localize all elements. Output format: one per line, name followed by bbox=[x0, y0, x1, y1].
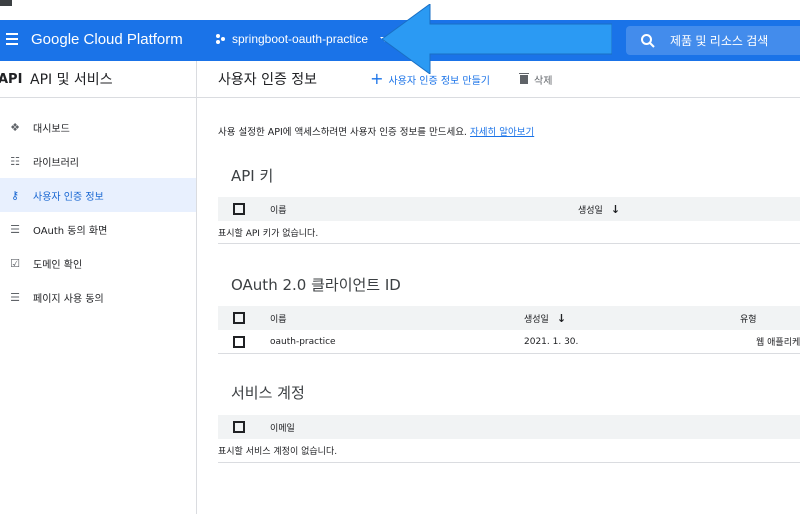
table-header: 이름 생성일 ↓ bbox=[218, 197, 800, 221]
client-name-link[interactable]: oauth-practice bbox=[270, 337, 336, 347]
brand-title[interactable]: Google Cloud Platform bbox=[31, 31, 183, 48]
sidebar-title: API 및 서비스 bbox=[30, 72, 113, 88]
library-icon: ☷ bbox=[10, 154, 20, 168]
consent-icon: ☰ bbox=[10, 222, 20, 236]
sidebar-item-label: 페이지 사용 동의 bbox=[33, 293, 104, 305]
sidebar-item-label: 도메인 확인 bbox=[33, 259, 83, 271]
table-header: 이름 생성일 ↓ 유형 bbox=[218, 306, 800, 330]
sidebar-item-domain-verification[interactable]: ☑ 도메인 확인 bbox=[0, 246, 196, 280]
oauth-title: OAuth 2.0 클라이언트 ID bbox=[231, 276, 401, 294]
table-header: 이메일 bbox=[218, 415, 800, 439]
col-created-label: 생성일 bbox=[578, 205, 603, 216]
sidebar-item-page-consent[interactable]: ☰ 페이지 사용 동의 bbox=[0, 280, 196, 314]
learn-more-link[interactable]: 자세히 알아보기 bbox=[470, 127, 534, 138]
col-created[interactable]: 생성일 ↓ bbox=[524, 312, 566, 325]
menu-icon[interactable] bbox=[6, 30, 20, 50]
project-dots-icon bbox=[216, 33, 226, 45]
create-credentials-label: 사용자 인증 정보 만들기 bbox=[388, 75, 491, 87]
project-selector[interactable]: springboot-oauth-practice bbox=[216, 32, 391, 46]
dashboard-icon: ❖ bbox=[10, 120, 20, 134]
col-type[interactable]: 유형 bbox=[740, 312, 757, 325]
sidebar-item-dashboard[interactable]: ❖ 대시보드 bbox=[0, 110, 196, 144]
intro-sentence: 사용 설정한 API에 액세스하려면 사용자 인증 정보를 만드세요. bbox=[218, 127, 467, 138]
plus-icon: + bbox=[370, 69, 384, 88]
project-name: springboot-oauth-practice bbox=[232, 32, 369, 46]
table-row[interactable]: oauth-practice 2021. 1. 30. 웹 애플리케 bbox=[218, 330, 800, 354]
sidebar-item-label: 라이브러리 bbox=[33, 157, 79, 169]
page-consent-icon: ☰ bbox=[10, 290, 20, 304]
key-icon: ⚷ bbox=[10, 188, 20, 202]
col-name[interactable]: 이름 bbox=[270, 203, 287, 216]
col-name[interactable]: 이름 bbox=[270, 312, 287, 325]
intro-text: 사용 설정한 API에 액세스하려면 사용자 인증 정보를 만드세요. 자세히 … bbox=[218, 124, 534, 138]
main-content: 사용자 인증 정보 + 사용자 인증 정보 만들기 삭제 사용 설정한 API에… bbox=[197, 61, 800, 514]
delete-label: 삭제 bbox=[534, 75, 553, 87]
oauth-table: 이름 생성일 ↓ 유형 oauth-practice 2021. 1. 30. 웹… bbox=[218, 306, 800, 354]
api-badge-icon: API bbox=[0, 71, 23, 87]
client-type: 웹 애플리케 bbox=[756, 338, 800, 348]
empty-message: 표시할 API 키가 없습니다. bbox=[218, 228, 319, 239]
delete-button[interactable]: 삭제 bbox=[519, 72, 553, 87]
empty-row: 표시할 API 키가 없습니다. bbox=[218, 221, 800, 244]
api-keys-title: API 키 bbox=[231, 167, 274, 185]
page-title: 사용자 인증 정보 bbox=[218, 72, 318, 88]
trash-icon bbox=[519, 72, 530, 84]
sidebar-item-label: 대시보드 bbox=[33, 123, 70, 135]
sidebar-item-library[interactable]: ☷ 라이브러리 bbox=[0, 144, 196, 178]
empty-message: 표시할 서비스 계정이 없습니다. bbox=[218, 447, 338, 457]
create-credentials-button[interactable]: + 사용자 인증 정보 만들기 bbox=[370, 69, 491, 88]
search-placeholder: 제품 및 리소스 검색 bbox=[670, 34, 769, 48]
service-accounts-table: 이메일 표시할 서비스 계정이 없습니다. bbox=[218, 415, 800, 463]
sidebar-item-oauth-consent[interactable]: ☰ OAuth 동의 화면 bbox=[0, 212, 196, 246]
search-input[interactable]: 제품 및 리소스 검색 bbox=[626, 26, 800, 55]
service-accounts-title: 서비스 계정 bbox=[231, 384, 305, 402]
arrow-down-icon: ↓ bbox=[610, 202, 621, 216]
col-email[interactable]: 이메일 bbox=[270, 421, 295, 434]
arrow-down-icon: ↓ bbox=[556, 311, 567, 325]
sidebar-item-label: 사용자 인증 정보 bbox=[33, 191, 104, 203]
page-header: 사용자 인증 정보 + 사용자 인증 정보 만들기 삭제 bbox=[197, 61, 800, 98]
sidebar-item-credentials[interactable]: ⚷ 사용자 인증 정보 bbox=[0, 178, 196, 212]
select-all-checkbox[interactable] bbox=[233, 203, 245, 215]
search-icon bbox=[641, 33, 655, 48]
sidebar: API API 및 서비스 ❖ 대시보드 ☷ 라이브러리 ⚷ 사용자 인증 정보… bbox=[0, 61, 197, 514]
tab-fragment bbox=[0, 0, 12, 6]
select-all-checkbox[interactable] bbox=[233, 421, 245, 433]
sidebar-item-label: OAuth 동의 화면 bbox=[33, 225, 108, 237]
domain-check-icon: ☑ bbox=[10, 256, 20, 270]
client-created: 2021. 1. 30. bbox=[524, 336, 579, 347]
empty-row: 표시할 서비스 계정이 없습니다. bbox=[218, 439, 800, 463]
sidebar-header: API API 및 서비스 bbox=[0, 61, 196, 98]
col-created-label: 생성일 bbox=[524, 314, 549, 325]
row-checkbox[interactable] bbox=[233, 335, 245, 348]
select-all-checkbox[interactable] bbox=[233, 312, 245, 324]
api-keys-table: 이름 생성일 ↓ 표시할 API 키가 없습니다. bbox=[218, 197, 800, 244]
col-created[interactable]: 생성일 ↓ bbox=[578, 203, 620, 216]
